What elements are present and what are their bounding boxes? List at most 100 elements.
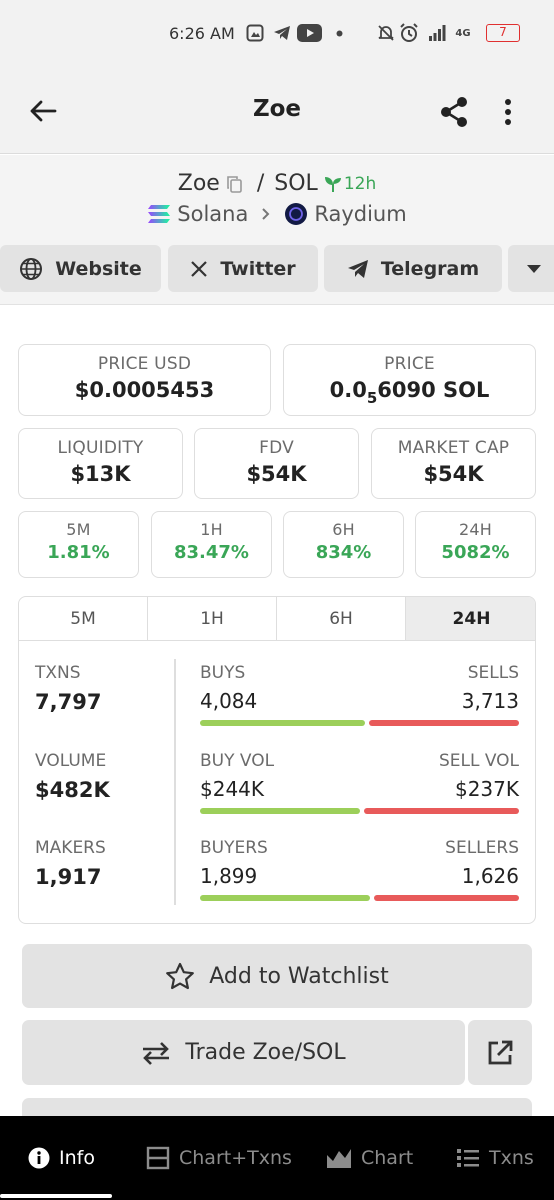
market-cap-card: MARKET CAP $54K — [371, 428, 536, 499]
change-5m-value: 1.81% — [47, 542, 110, 563]
website-label: Website — [55, 257, 142, 280]
price-native-label: PRICE — [384, 354, 435, 374]
next-action-button[interactable] — [22, 1098, 532, 1118]
youtube-icon — [296, 22, 322, 44]
nav-chart[interactable]: Chart — [326, 1144, 413, 1172]
fdv-value: $54K — [246, 462, 307, 486]
quote-token: SOL — [274, 171, 318, 196]
price-usd-card: PRICE USD $0.0005453 — [18, 344, 271, 416]
x-icon — [191, 260, 208, 277]
panel-divider — [174, 659, 176, 905]
open-external-button[interactable] — [468, 1020, 532, 1085]
nav-info[interactable]: Info — [28, 1144, 95, 1172]
twitter-link[interactable]: Twitter — [168, 245, 318, 292]
watchlist-label: Add to Watchlist — [209, 963, 389, 989]
liquidity-label: LIQUIDITY — [57, 438, 144, 458]
more-vertical-icon — [505, 99, 511, 125]
website-link[interactable]: Website — [0, 245, 161, 292]
area-chart-icon — [327, 1149, 351, 1168]
buyers-value: 1,899 — [200, 864, 258, 888]
token-info: Zoe / SOL 12h Solana Raydium Website Twi… — [0, 155, 554, 305]
price-native-digits: 6090 — [377, 378, 436, 402]
price-native-card: PRICE 0.056090 SOL — [283, 344, 536, 416]
mute-icon — [376, 22, 396, 44]
share-icon — [441, 97, 467, 127]
tab-6h[interactable]: 6H — [277, 597, 406, 640]
pair-separator: / — [256, 171, 265, 196]
change-6h-value: 834% — [315, 542, 372, 563]
base-token: Zoe — [177, 171, 220, 196]
pair-age-value: 12h — [343, 173, 377, 194]
home-indicator — [0, 1194, 112, 1198]
market-cap-value: $54K — [423, 462, 484, 486]
buys-bar — [200, 720, 365, 726]
nav-txns[interactable]: Txns — [456, 1144, 534, 1172]
nav-info-label: Info — [59, 1147, 95, 1169]
change-1h-value: 83.47% — [174, 542, 249, 563]
fdv-label: FDV — [259, 438, 294, 458]
nav-chart-txns[interactable]: Chart+Txns — [146, 1144, 292, 1172]
battery-icon: 7 — [484, 22, 522, 44]
fdv-card: FDV $54K — [194, 428, 359, 499]
buyers-label: BUYERS — [200, 838, 268, 858]
telegram-label: Telegram — [380, 257, 480, 280]
sell-vol-bar — [364, 808, 519, 814]
telegram-icon — [347, 259, 368, 278]
raydium-icon — [285, 203, 308, 225]
price-usd-label: PRICE USD — [97, 354, 192, 374]
trade-label: Trade Zoe/SOL — [185, 1040, 346, 1065]
change-24h-card[interactable]: 24H 5082% — [415, 511, 536, 578]
tab-5m[interactable]: 5M — [19, 597, 148, 640]
status-bar: 6:26 AM 4G 7 — [0, 0, 554, 68]
globe-icon — [20, 257, 43, 280]
buys-value: 4,084 — [200, 689, 258, 713]
makers-value: 1,917 — [35, 865, 102, 889]
signal-icon — [427, 22, 447, 44]
sell-vol-value: $237K — [454, 777, 519, 801]
add-to-watchlist-button[interactable]: Add to Watchlist — [22, 944, 532, 1008]
tab-1h[interactable]: 1H — [148, 597, 277, 640]
timeframe-tabs: 5M 1H 6H 24H — [19, 597, 535, 641]
chevron-down-icon — [527, 264, 541, 273]
transactions-panel: 5M 1H 6H 24H TXNS 7,797 VOLUME $482K MAK… — [18, 596, 536, 924]
price-native-value: 0.056090 SOL — [284, 378, 535, 407]
change-1h-card[interactable]: 1H 83.47% — [151, 511, 272, 578]
chain-name[interactable]: Solana — [177, 202, 248, 226]
sells-label: SELLS — [467, 663, 519, 683]
change-6h-label: 6H — [332, 520, 355, 539]
list-icon — [457, 1149, 479, 1167]
star-icon — [166, 962, 195, 990]
sellers-value: 1,626 — [461, 864, 519, 888]
buy-vol-label: BUY VOL — [200, 751, 275, 771]
buys-label: BUYS — [200, 663, 246, 683]
chevron-right-icon — [262, 208, 270, 220]
change-6h-card[interactable]: 6H 834% — [283, 511, 404, 578]
volume-value: $482K — [35, 778, 110, 802]
dex-name[interactable]: Raydium — [314, 202, 406, 226]
market-cap-label: MARKET CAP — [397, 438, 510, 458]
alarm-icon — [398, 22, 420, 44]
sell-vol-label: SELL VOL — [438, 751, 519, 771]
share-button[interactable] — [434, 92, 474, 132]
more-links-button[interactable] — [508, 245, 554, 292]
price-usd-value: $0.0005453 — [74, 378, 215, 402]
gallery-icon — [245, 22, 265, 44]
nav-chart-label: Chart — [361, 1147, 414, 1169]
change-5m-card[interactable]: 5M 1.81% — [18, 511, 139, 578]
more-options-button[interactable] — [490, 92, 526, 132]
battery-level: 7 — [486, 24, 520, 42]
change-1h-label: 1H — [200, 520, 223, 539]
buy-vol-value: $244K — [200, 777, 265, 801]
external-link-icon — [488, 1040, 513, 1064]
telegram-link[interactable]: Telegram — [324, 245, 502, 292]
tab-24h[interactable]: 24H — [406, 597, 535, 640]
swap-icon — [143, 1041, 170, 1065]
volume-label: VOLUME — [35, 751, 107, 771]
copy-icon[interactable] — [226, 175, 243, 193]
nav-chart-txns-label: Chart+Txns — [179, 1147, 292, 1169]
price-native-unit: SOL — [443, 378, 490, 402]
txns-label: TXNS — [35, 663, 81, 683]
chain-dex: Solana Raydium — [0, 202, 554, 226]
change-24h-label: 24H — [459, 520, 492, 539]
trade-button[interactable]: Trade Zoe/SOL — [22, 1020, 465, 1085]
